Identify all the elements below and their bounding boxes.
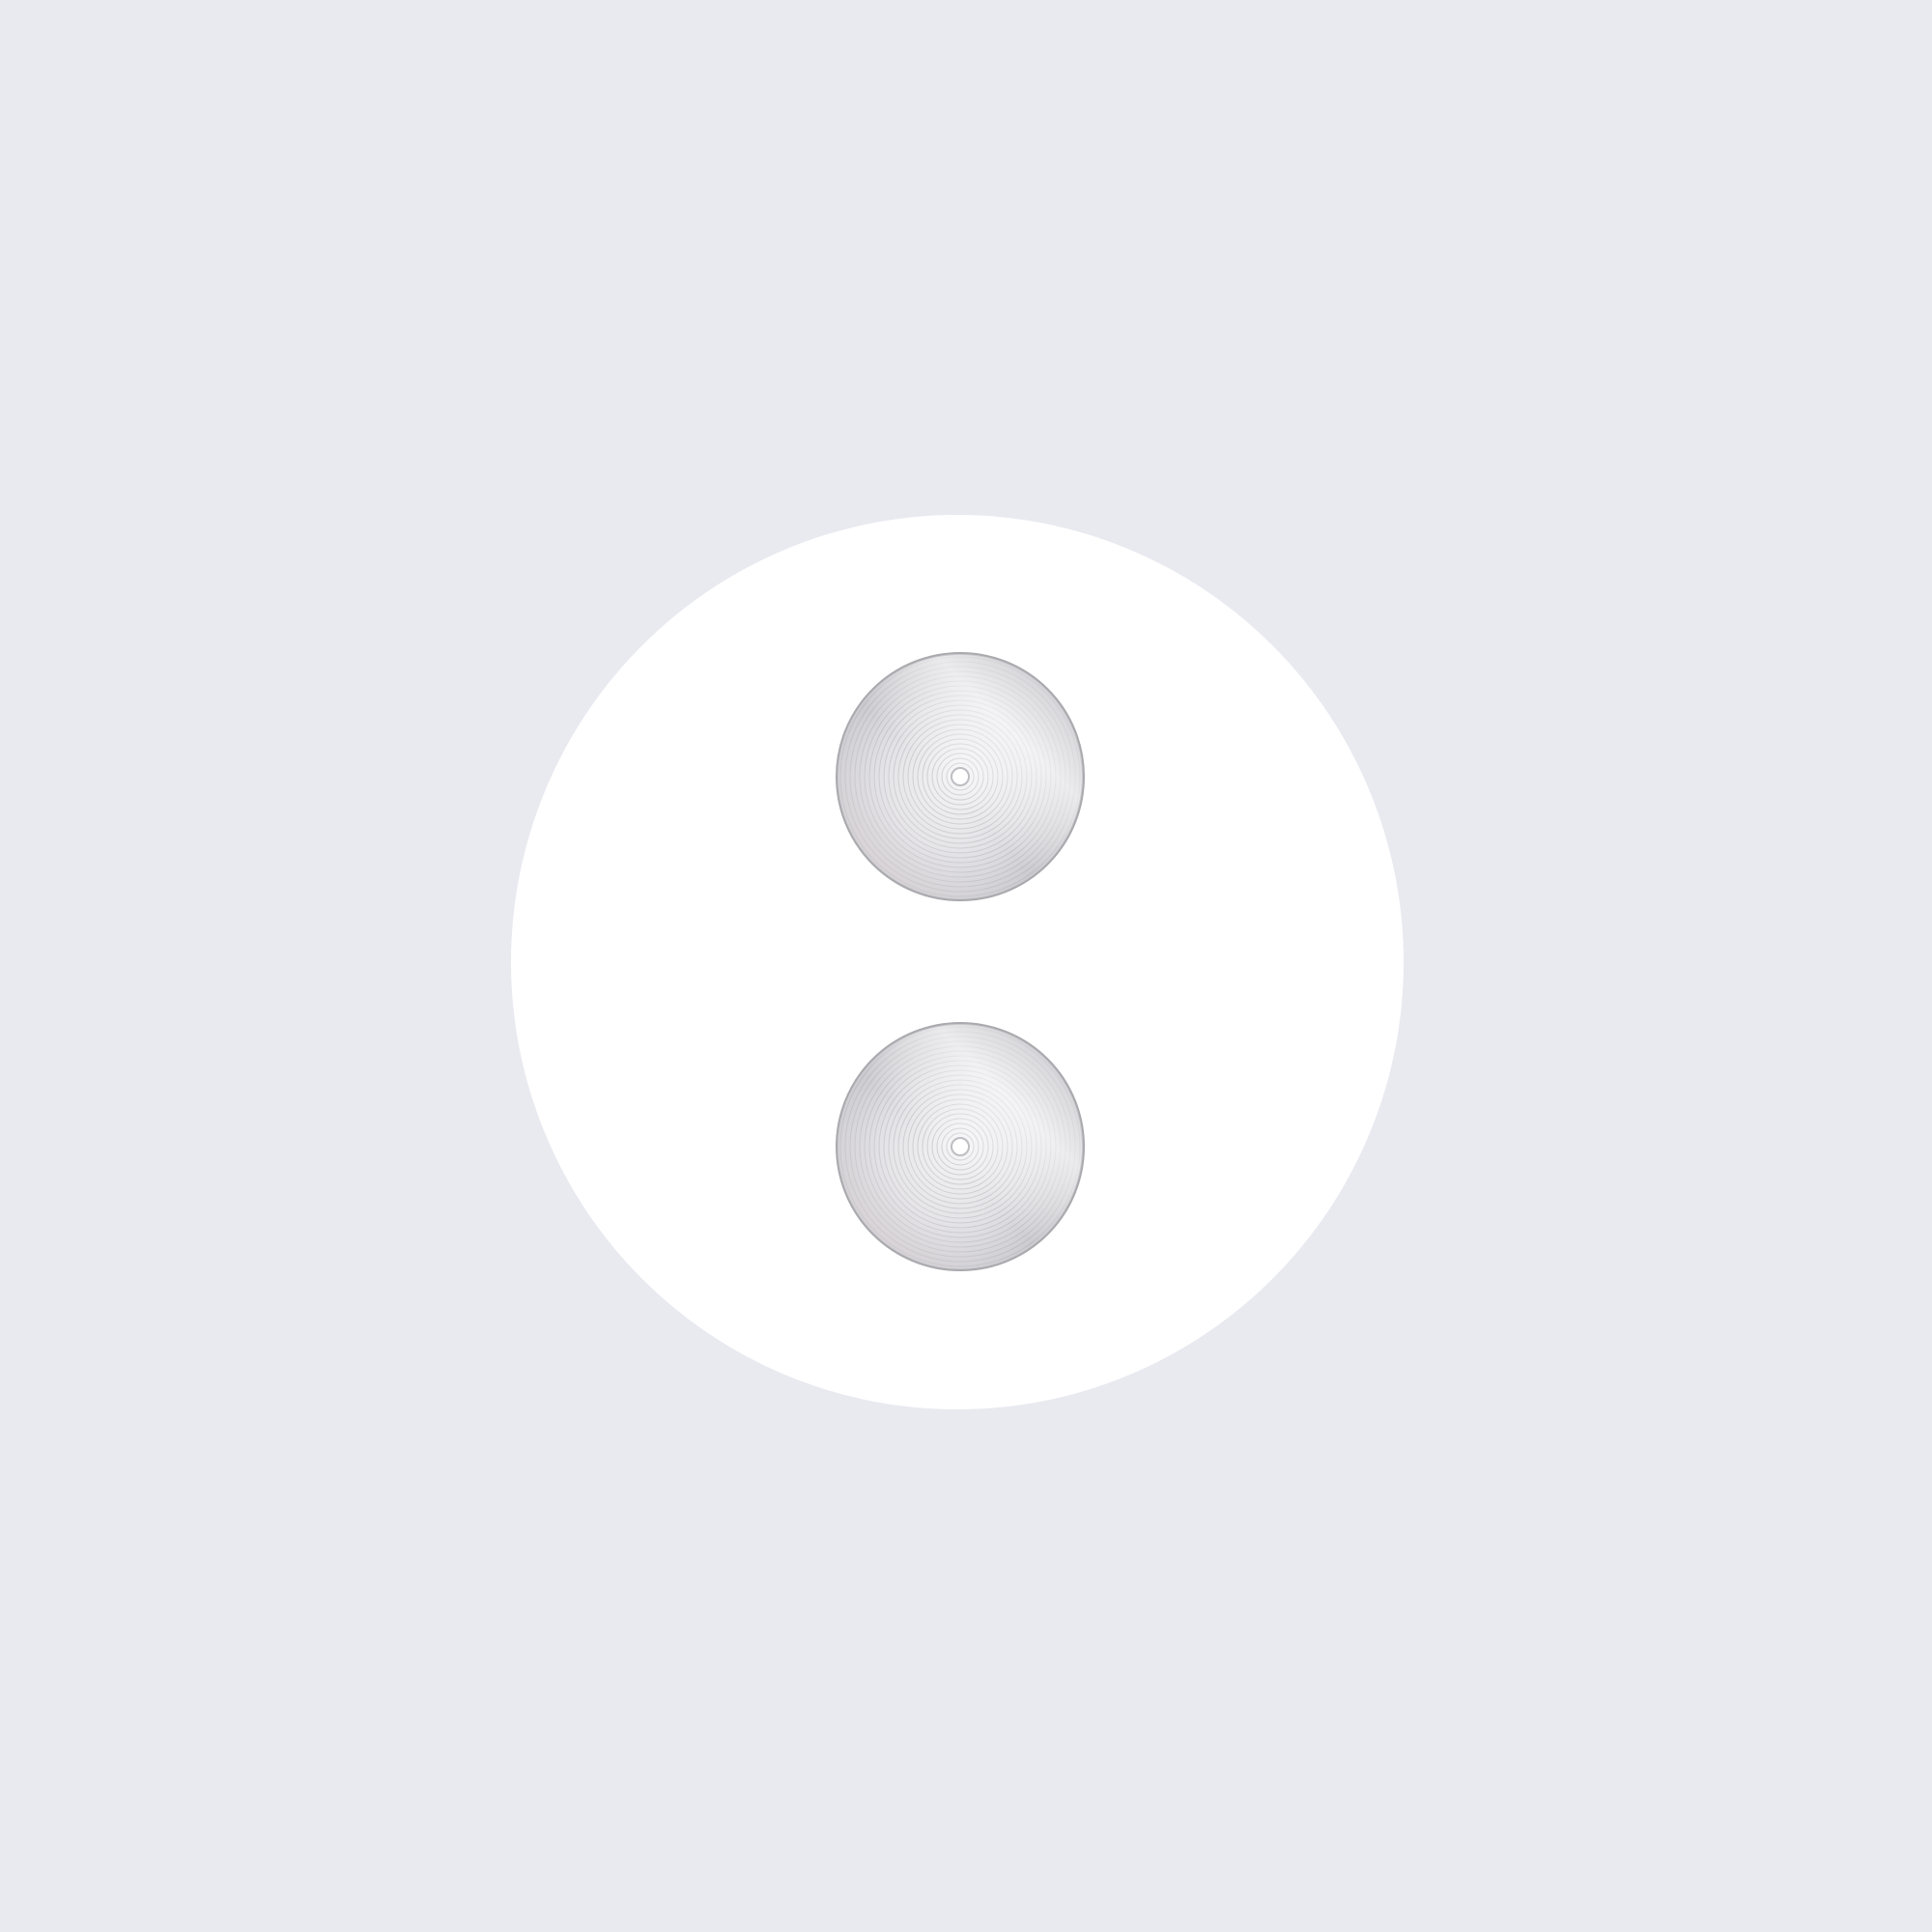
- metal-pad-bottom: [836, 1022, 1085, 1271]
- pad-bottom-center-hole: [951, 1137, 970, 1156]
- metal-pad-top: [836, 652, 1085, 901]
- photo-stage: [0, 0, 1932, 1932]
- product-photo: [511, 515, 1404, 1409]
- pad-top-center-hole: [951, 767, 970, 786]
- white-round-base: [511, 515, 1404, 1409]
